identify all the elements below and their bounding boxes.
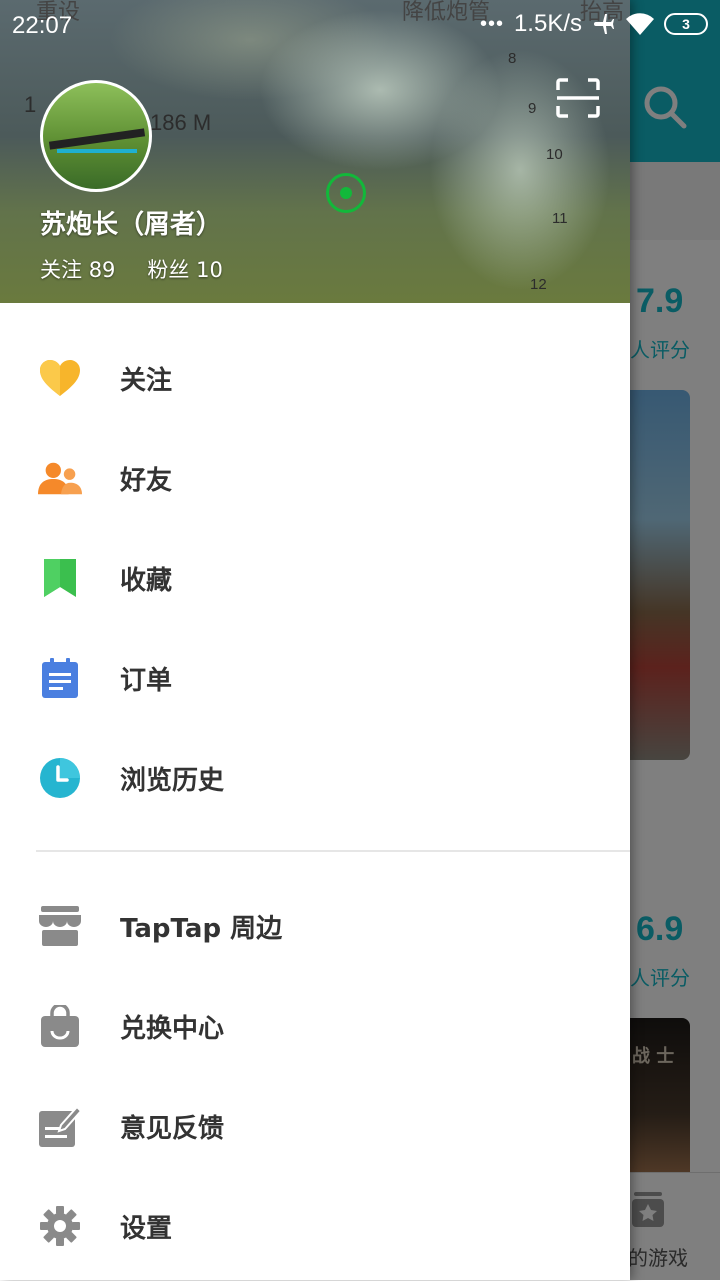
heart-icon (38, 356, 82, 400)
more-dots-icon: ••• (479, 12, 504, 35)
status-bar: 22:07 ••• 1.5K/s 3 (0, 0, 720, 52)
scan-qr-icon[interactable] (556, 78, 600, 118)
menu-item-merch[interactable]: TapTap 周边 (0, 876, 630, 976)
menu-label: 订单 (120, 665, 173, 696)
fans-label: 粉丝 (147, 258, 190, 282)
feedback-icon (38, 1104, 82, 1148)
hud-text: 10 (546, 146, 563, 163)
wifi-icon (626, 13, 654, 35)
menu-label: 意见反馈 (120, 1113, 225, 1144)
network-speed: 1.5K/s (513, 10, 582, 37)
navigation-drawer: 重设 降低炮管 抬高 1 186 M 8 9 10 11 12 苏炮长（屑者） … (0, 0, 630, 1280)
menu-item-history[interactable]: 浏览历史 (0, 728, 630, 828)
menu-item-feedback[interactable]: 意见反馈 (0, 1076, 630, 1176)
menu-item-redeem[interactable]: 兑换中心 (0, 976, 630, 1076)
hud-text: 12 (530, 276, 547, 293)
bookmark-icon (38, 556, 82, 600)
primary-menu: 关注 好友 收藏 订单 浏览历史 (0, 328, 630, 828)
menu-item-settings[interactable]: 设置 (0, 1176, 630, 1276)
following-count: 89 (88, 258, 116, 282)
menu-item-friends[interactable]: 好友 (0, 428, 630, 528)
menu-item-follow[interactable]: 关注 (0, 328, 630, 428)
menu-item-orders[interactable]: 订单 (0, 628, 630, 728)
profile-stats: 关注 89 粉丝 10 (40, 254, 223, 284)
store-icon (38, 904, 82, 948)
fans-stat[interactable]: 粉丝 10 (147, 254, 222, 284)
username[interactable]: 苏炮长（屑者） (40, 204, 222, 241)
airplane-icon (594, 14, 614, 34)
menu-label: 兑换中心 (120, 1013, 225, 1044)
clock-icon (38, 756, 82, 800)
hud-text: 186 M (150, 110, 212, 135)
battery-icon: 3 (664, 13, 708, 35)
menu-label: 浏览历史 (120, 765, 225, 796)
status-indicators: ••• 1.5K/s 3 (480, 10, 708, 38)
menu-label: TapTap 周边 (120, 913, 283, 944)
menu-divider (36, 850, 630, 852)
hud-text: 11 (552, 210, 568, 227)
secondary-menu: TapTap 周边 兑换中心 意见反馈 设置 (0, 876, 630, 1276)
following-stat[interactable]: 关注 89 (40, 254, 115, 284)
menu-label: 设置 (120, 1213, 173, 1244)
menu-item-favorites[interactable]: 收藏 (0, 528, 630, 628)
gear-icon (38, 1204, 82, 1248)
hud-text: 8 (508, 50, 517, 67)
hud-text: 9 (528, 100, 537, 117)
menu-label: 收藏 (120, 565, 173, 596)
avatar[interactable] (40, 80, 152, 192)
menu-label: 好友 (120, 465, 173, 496)
friends-icon (38, 456, 82, 500)
menu-label: 关注 (120, 365, 173, 396)
fans-count: 10 (196, 258, 223, 282)
bag-icon (38, 1004, 82, 1048)
crosshair-icon (326, 173, 366, 213)
following-label: 关注 (40, 258, 82, 282)
hud-text: 1 (24, 92, 37, 117)
status-time: 22:07 (12, 12, 73, 39)
order-icon (38, 656, 82, 700)
